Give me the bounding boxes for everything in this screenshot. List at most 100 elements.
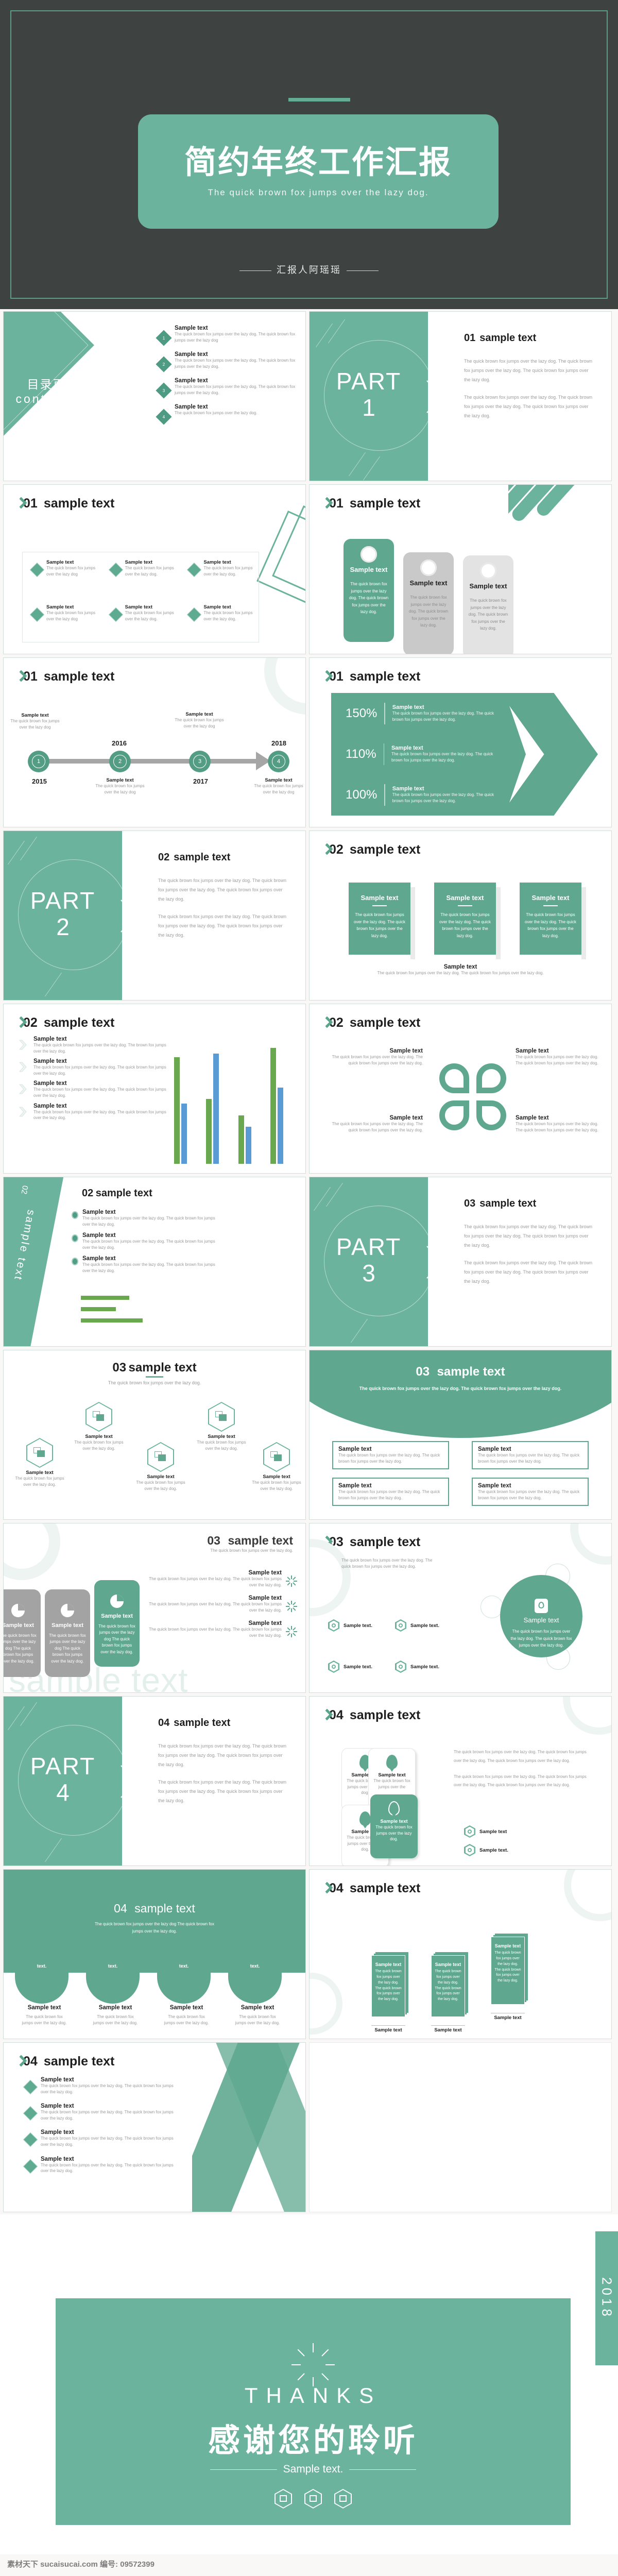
card[interactable]: Sample text The quick brown fox jumps ov… <box>4 1589 41 1677</box>
chevron-right-icon <box>121 900 138 933</box>
list-item[interactable]: Sample text <box>464 1825 508 1838</box>
list-item[interactable]: Sample text The quick brown fox jumps ove… <box>80 2005 151 2026</box>
card[interactable]: Sample text The quick brown fox jumps ov… <box>403 552 454 654</box>
part-number: 3 <box>362 1260 375 1287</box>
list-item[interactable]: 100% Sample text The quick brown fox jump… <box>331 784 504 806</box>
highlight-circle[interactable]: Sample text The quick brown fox jumps ov… <box>500 1575 582 1657</box>
slide-circle[interactable]: 03 sample text The quick brown fox jumps… <box>309 1523 612 1693</box>
slide-curved-banner[interactable]: 03 sample text The quick brown fox jumps… <box>309 1350 612 1520</box>
slide-contents[interactable]: 目录页 contents 1 Sample text The quick brow… <box>3 311 306 481</box>
list-item[interactable]: Sample text The quick brown fox jumps ove… <box>143 1570 297 1588</box>
list-item[interactable]: Sample text The quick brown fox jumps ove… <box>19 1058 168 1076</box>
list-item[interactable]: 4 Sample text The quick brown fox jumps o… <box>156 404 297 425</box>
list-item[interactable]: Sample text. <box>395 1660 462 1673</box>
slide-part-1[interactable]: PART 1 01 sample text The quick brown fox… <box>309 311 612 481</box>
slide-timeline[interactable]: 01 sample text Sample text The quick bro… <box>3 657 306 827</box>
slide-pin-cards[interactable]: 04 sample text Sample text The quick bro… <box>309 1696 612 1866</box>
list-item[interactable]: Sample text The quick brown fox jumps ove… <box>23 597 101 642</box>
hex-item[interactable]: Sample text The quick brown fox jumps ov… <box>135 1442 186 1492</box>
slide-books[interactable]: 04 sample text Sample text The quick brow… <box>309 1869 612 2039</box>
social-icon-1[interactable] <box>274 2489 292 2509</box>
social-icon-3[interactable] <box>334 2489 352 2509</box>
slide-title-text: sample text <box>349 1535 421 1549</box>
card[interactable]: Sample text The quick brown fox jumps ove… <box>472 1441 589 1470</box>
list-item[interactable]: Sample text The quick brown fox jumps ove… <box>180 597 259 642</box>
list-item[interactable]: 150% Sample text The quick brown fox jump… <box>331 702 504 724</box>
list-item[interactable]: Sample text The quick brown fox jumps ove… <box>72 1209 218 1227</box>
card[interactable]: Sample text The quick brown fox jumps ove… <box>332 1441 449 1470</box>
list-item[interactable]: Sample text The quick brown fox jumps ove… <box>72 1232 218 1250</box>
slide-title: 02 sample text <box>158 852 287 863</box>
book-item[interactable]: Sample text The quick brown fox jumps ove… <box>491 1937 525 2021</box>
list-item[interactable]: Sample text The quick brown fox jumps ove… <box>72 1256 218 1274</box>
timeline-node[interactable]: 2 <box>109 751 131 772</box>
list-item[interactable]: Sample text The quick brown fox jumps ove… <box>23 2077 180 2095</box>
list-item[interactable]: Sample text The quick brown fox jumps ove… <box>101 597 180 642</box>
list-item[interactable]: Sample text The quick brown fox jumps ove… <box>19 1080 168 1098</box>
list-item[interactable]: 3 Sample text The quick brown fox jumps o… <box>156 378 297 399</box>
quadrant-top-left[interactable]: Sample text The quick brown fox jumps ov… <box>325 1048 423 1066</box>
slide-hexagons[interactable]: 03 sample text The quick brown fox jumps… <box>3 1350 306 1520</box>
slide-ribbon[interactable]: 02 sample text 02 sample text Sample tex… <box>3 1177 306 1347</box>
list-item[interactable]: 2 Sample text The quick brown fox jumps o… <box>156 351 297 372</box>
list-item[interactable]: Sample text. <box>328 1660 395 1673</box>
quadrant-bottom-left[interactable]: Sample text The quick brown fox jumps ov… <box>325 1115 423 1133</box>
list-item[interactable]: 1 Sample text The quick brown fox jumps o… <box>156 325 297 346</box>
location-pin-icon <box>535 1599 548 1613</box>
card[interactable]: Sample text The quick brown fox jumps ove… <box>472 1478 589 1506</box>
list-item[interactable]: Sample text The quick brown fox jumps ove… <box>9 2005 80 2026</box>
list-item[interactable]: Sample text The quick brown fox jumps ove… <box>23 552 101 597</box>
timeline-node[interactable]: 1 <box>28 751 49 772</box>
list-item[interactable]: Sample text. <box>328 1619 395 1632</box>
slide-diamond-grid[interactable]: 01 sample text Sample text The quick brow… <box>3 484 306 654</box>
list-item[interactable]: Sample text The quick brown fox jumps ove… <box>143 1620 297 1638</box>
slide-tag-cards[interactable]: 01 sample text Sample text The quick bro… <box>309 484 612 654</box>
slide-part-2[interactable]: PART 2 02 sample text The quick brown fox… <box>3 831 306 1001</box>
list-item[interactable]: Sample text The quick brown fox jumps ove… <box>23 2103 180 2121</box>
list-item[interactable]: Sample text The quick brown fox jumps ove… <box>222 2005 293 2026</box>
slide-green-cards[interactable]: 02 sample text Sample text The quick brow… <box>309 831 612 1001</box>
slide-header: 02 sample text <box>82 1188 152 1199</box>
card[interactable]: Sample text The quick brown fox jumps ove… <box>349 883 415 959</box>
slide-x-shape[interactable]: 04 sample text Sample text The quick brow… <box>3 2042 306 2212</box>
card[interactable]: Sample text The quick brown fox jumps ov… <box>344 539 394 642</box>
card[interactable]: Sample text The quick brown fox jumps ove… <box>434 883 501 959</box>
list-item[interactable]: Sample text. <box>464 1844 508 1856</box>
list-item[interactable]: Sample text The quick brown fox jumps ove… <box>19 1103 168 1121</box>
list-item[interactable]: 110% Sample text The quick brown fox jump… <box>331 743 504 765</box>
divider <box>384 702 385 724</box>
social-icon-2[interactable] <box>304 2489 322 2509</box>
hex-item[interactable]: Sample text The quick brown fox jumps ov… <box>14 1438 65 1487</box>
timeline-node[interactable]: 4 <box>268 751 289 772</box>
quadrant-bottom-right[interactable]: Sample text The quick brown fox jumps ov… <box>516 1115 606 1133</box>
bar <box>181 1104 187 1164</box>
slide-part-3[interactable]: PART 3 03 sample text The quick brown fox… <box>309 1177 612 1347</box>
list-item[interactable]: Sample text The quick brown fox jumps ove… <box>151 2005 222 2026</box>
slide-pie-cards[interactable]: sample text Sample text The quick brown … <box>3 1523 306 1693</box>
list-item[interactable]: Sample text. <box>395 1619 462 1632</box>
hex-item[interactable]: Sample text The quick brown fox jumps ov… <box>196 1402 247 1451</box>
slide-percentages[interactable]: 01 sample text 150% Sample text The quick… <box>309 657 612 827</box>
hex-item[interactable]: Sample text The quick brown fox jumps ov… <box>73 1402 125 1451</box>
book-item[interactable]: Sample text The quick brown fox jumps ove… <box>431 1955 465 2033</box>
list-item[interactable]: Sample text The quick brown fox jumps ove… <box>180 552 259 597</box>
list-item[interactable]: Sample text The quick quick brown fox jum… <box>19 1036 168 1054</box>
hex-item[interactable]: Sample text The quick brown fox jumps ov… <box>251 1442 302 1492</box>
card[interactable]: Sample text The quick brown fox jumps ov… <box>463 555 513 654</box>
card[interactable]: Sample text The quick brown fox jumps ov… <box>370 1794 418 1858</box>
card[interactable]: Sample text The quick brown fox jumps ov… <box>94 1580 140 1667</box>
slide-clover[interactable]: 02 sample text Sample text The quick bro… <box>309 1004 612 1174</box>
card[interactable]: Sample text The quick brown fox jumps ove… <box>520 883 586 959</box>
list-item[interactable]: Sample text The quick brown fox jumps ove… <box>101 552 180 597</box>
list-item[interactable]: Sample text The quick brown fox jumps ove… <box>23 2156 180 2174</box>
book-item[interactable]: Sample text The quick brown fox jumps ove… <box>371 1955 405 2033</box>
quadrant-top-right[interactable]: Sample text The quick brown fox jumps ov… <box>516 1048 606 1066</box>
list-item[interactable]: Sample text The quick brown fox jumps ove… <box>143 1595 297 1613</box>
list-item[interactable]: Sample text The quick brown fox jumps ove… <box>23 2129 180 2147</box>
timeline-node[interactable]: 3 <box>189 751 211 772</box>
slide-bar-chart[interactable]: 02 sample text Sample text The quick quic… <box>3 1004 306 1174</box>
card[interactable]: Sample text The quick brown fox jumps ove… <box>332 1478 449 1506</box>
card[interactable]: Sample text The quick brown fox jumps ov… <box>45 1589 90 1677</box>
slide-part-4[interactable]: PART 4 04 sample text The quick brown fox… <box>3 1696 306 1866</box>
slide-scallop[interactable]: 04 sample text The quick brown fox jumps… <box>3 1869 306 2039</box>
